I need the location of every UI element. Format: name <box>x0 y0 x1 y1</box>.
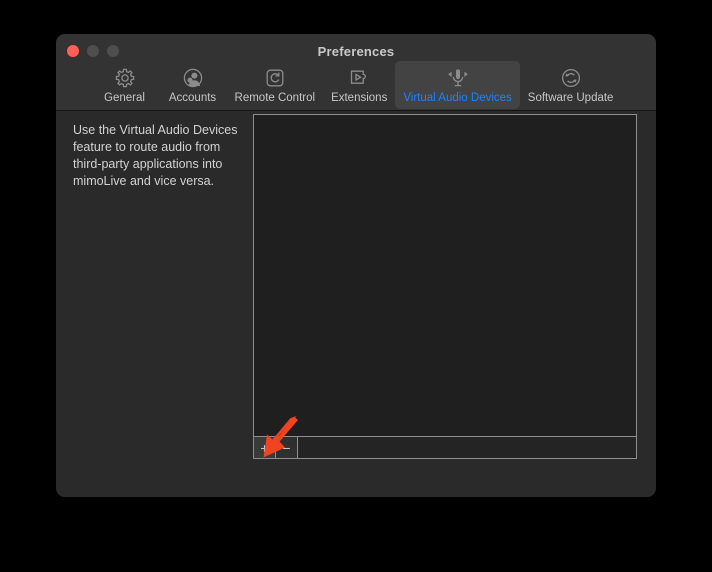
window-title: Preferences <box>317 44 395 59</box>
tab-virtual-audio-devices-label: Virtual Audio Devices <box>403 92 512 104</box>
virtual-audio-description: Use the Virtual Audio Devices feature to… <box>73 123 238 188</box>
tab-software-update[interactable]: Software Update <box>520 61 622 109</box>
window-titlebar: Preferences General Accounts Remote Cont… <box>56 34 656 111</box>
tab-remote-control-label: Remote Control <box>234 92 316 104</box>
add-device-button[interactable]: + <box>254 437 276 458</box>
tab-general[interactable]: General <box>91 61 159 109</box>
puzzle-play-icon <box>346 65 372 91</box>
microphone-audio-icon <box>445 65 471 91</box>
virtual-audio-devices-panel: + − <box>253 114 637 459</box>
preferences-window: Preferences General Accounts Remote Cont… <box>56 34 656 497</box>
tab-extensions[interactable]: Extensions <box>323 61 395 109</box>
screen: Preferences General Accounts Remote Cont… <box>0 0 712 572</box>
tab-software-update-label: Software Update <box>527 92 614 104</box>
device-list-toolbar-filler <box>298 437 636 458</box>
remove-device-button[interactable]: − <box>276 437 298 458</box>
device-list-toolbar: + − <box>254 436 636 458</box>
tab-remote-control[interactable]: Remote Control <box>227 61 324 109</box>
tab-virtual-audio-devices[interactable]: Virtual Audio Devices <box>395 61 520 109</box>
device-list[interactable] <box>254 115 636 436</box>
remote-control-icon <box>262 65 288 91</box>
preferences-body: Use the Virtual Audio Devices feature to… <box>56 111 656 497</box>
preferences-toolbar: General Accounts Remote Control Extensio… <box>56 61 656 110</box>
sidebar-description-panel: Use the Virtual Audio Devices feature to… <box>56 111 252 190</box>
tab-accounts-label: Accounts <box>168 92 217 104</box>
refresh-sync-icon <box>558 65 584 91</box>
tab-extensions-label: Extensions <box>331 92 388 104</box>
gear-icon <box>112 65 138 91</box>
tab-general-label: General <box>104 92 145 104</box>
user-account-icon <box>180 65 206 91</box>
tab-accounts[interactable]: Accounts <box>159 61 227 109</box>
